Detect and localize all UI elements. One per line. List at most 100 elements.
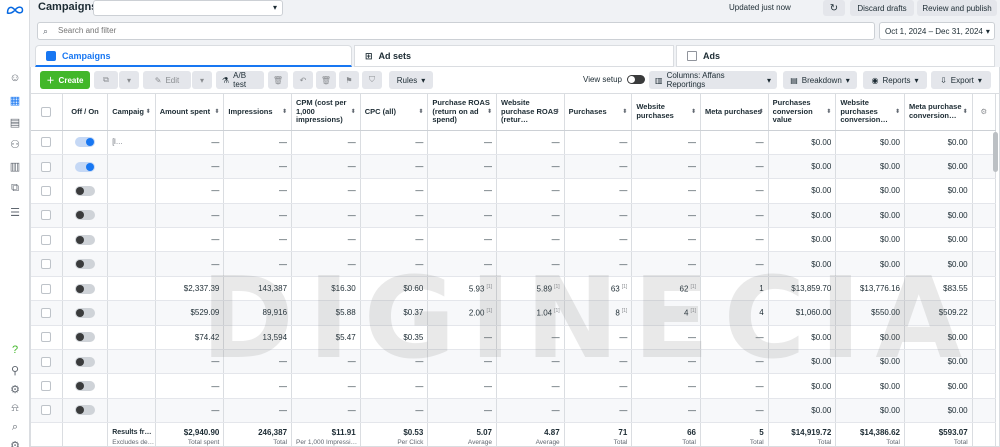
sort-icon[interactable]: ⬍: [759, 108, 764, 117]
sort-icon[interactable]: ⬍: [895, 108, 900, 117]
discard-drafts-button[interactable]: Discard drafts: [850, 0, 914, 16]
row-checkbox[interactable]: [31, 203, 63, 229]
account-overview-icon[interactable]: ☺: [7, 70, 23, 86]
row-toggle[interactable]: [62, 349, 109, 375]
edit-dropdown-button[interactable]: ▾: [192, 71, 212, 89]
table-row[interactable]: — — — — — — — — — $0.00 $0.00 $0.00: [31, 178, 997, 204]
row-toggle[interactable]: [62, 178, 109, 204]
business-tools-icon[interactable]: ▥: [7, 158, 23, 174]
row-toggle[interactable]: [62, 227, 109, 253]
campaign-name-link[interactable]: [107, 203, 156, 229]
sort-icon[interactable]: ⬍: [146, 108, 151, 117]
view-setup-switch[interactable]: [627, 75, 645, 84]
reports-button[interactable]: ◉ Reports ▾: [863, 71, 927, 89]
campaign-name-link[interactable]: [107, 398, 156, 424]
campaign-name-link[interactable]: [107, 349, 156, 375]
sort-icon[interactable]: ⬍: [418, 108, 423, 117]
breakdown-button[interactable]: ▤ Breakdown ▾: [783, 71, 857, 89]
notifications-pin-icon[interactable]: ⚲: [7, 362, 23, 378]
delete-button[interactable]: 🗑: [268, 71, 288, 89]
footnote-marker[interactable]: [1]: [690, 308, 696, 314]
ab-test-button[interactable]: ⚗ A/B test: [216, 71, 264, 89]
review-publish-button[interactable]: Review and publish: [917, 0, 997, 16]
row-checkbox[interactable]: [31, 325, 63, 351]
audiences-icon[interactable]: ⚇: [7, 136, 23, 152]
tag-button[interactable]: ⛉: [362, 71, 382, 89]
search-icon[interactable]: ⌕: [7, 419, 23, 435]
preview-button[interactable]: ⚑: [339, 71, 359, 89]
row-toggle[interactable]: [62, 398, 109, 424]
billing-icon[interactable]: ⧉: [7, 180, 23, 196]
sort-icon[interactable]: ⬍: [487, 108, 492, 117]
sort-icon[interactable]: ⬍: [555, 108, 560, 117]
view-setup-toggle[interactable]: View setup: [583, 75, 645, 84]
table-row[interactable]: — — — — — — — — — $0.00 $0.00 $0.00: [31, 251, 997, 277]
help-icon[interactable]: ?: [7, 342, 23, 358]
row-checkbox[interactable]: [31, 349, 63, 375]
undo-button[interactable]: ↶: [293, 71, 313, 89]
edit-button[interactable]: ✎ Edit: [143, 71, 191, 89]
select-all-checkbox[interactable]: [31, 94, 63, 131]
column-header[interactable]: CPM (cost per 1,000 impressions) ⬍: [291, 94, 361, 131]
duplicate-button[interactable]: ⧉: [94, 71, 118, 89]
campaign-name-link[interactable]: [107, 325, 156, 351]
column-header[interactable]: Website purchase ROAS (retur… ⬍: [496, 94, 565, 131]
row-checkbox[interactable]: [31, 178, 63, 204]
column-header[interactable]: Meta purchases ⬍: [700, 94, 769, 131]
sort-icon[interactable]: ⬍: [691, 108, 696, 117]
table-row[interactable]: — — — — — — — — — $0.00 $0.00 $0.00: [31, 227, 997, 253]
campaign-name-link[interactable]: [107, 154, 156, 180]
ad-account-select[interactable]: ▾: [93, 0, 283, 16]
row-checkbox[interactable]: [31, 227, 63, 253]
column-header[interactable]: CPC (all) ⬍: [360, 94, 429, 131]
table-row[interactable]: — — — — — — — — — $0.00 $0.00 $0.00: [31, 349, 997, 375]
row-checkbox[interactable]: [31, 373, 63, 399]
sort-icon[interactable]: ⬍: [826, 108, 831, 117]
row-checkbox[interactable]: [31, 251, 63, 277]
sort-icon[interactable]: ⬍: [282, 108, 287, 117]
campaign-name-link[interactable]: [107, 373, 156, 399]
footnote-marker[interactable]: [1]: [554, 308, 560, 314]
footnote-marker[interactable]: [1]: [690, 284, 696, 290]
row-toggle[interactable]: [62, 325, 109, 351]
sort-icon[interactable]: ⬍: [351, 108, 356, 117]
campaign-name-link[interactable]: [l…: [107, 130, 156, 155]
menu-icon[interactable]: ☰: [7, 204, 23, 220]
column-header[interactable]: Amount spent ⬍: [155, 94, 225, 131]
columns-button[interactable]: ▥ Columns: Affans Reportings ▾: [649, 71, 777, 89]
table-row[interactable]: $2,337.39 143,387 $16.30 $0.60 5.93 [1] 5.89 [1…: [31, 276, 997, 302]
discard-button[interactable]: 🗑: [316, 71, 336, 89]
campaign-name-link[interactable]: [107, 300, 156, 326]
table-row[interactable]: — — — — — — — — — $0.00 $0.00 $0.00: [31, 373, 997, 399]
add-column-icon[interactable]: ⚙: [972, 94, 997, 131]
footnote-marker[interactable]: [1]: [486, 308, 492, 314]
footnote-marker[interactable]: [1]: [622, 284, 628, 290]
duplicate-dropdown-button[interactable]: ▾: [119, 71, 139, 89]
search-input[interactable]: [58, 26, 458, 35]
vertical-scrollbar[interactable]: [993, 132, 998, 172]
campaign-name-link[interactable]: [107, 251, 156, 277]
campaign-name-link[interactable]: [107, 227, 156, 253]
create-button[interactable]: ＋ Create: [40, 71, 90, 89]
footnote-marker[interactable]: [1]: [554, 284, 560, 290]
date-range-picker[interactable]: Oct 1, 2024 – Dec 31, 2024 ▾: [879, 22, 995, 40]
tab-ads[interactable]: Ads: [676, 45, 995, 67]
table-row[interactable]: — — — — — — — — — $0.00 $0.00 $0.00: [31, 203, 997, 229]
row-toggle[interactable]: [62, 203, 109, 229]
sort-icon[interactable]: ⬍: [214, 108, 219, 117]
row-toggle[interactable]: [62, 300, 109, 326]
column-header[interactable]: Off / On: [62, 94, 109, 131]
column-header[interactable]: Purchases conversion value ⬍: [768, 94, 837, 131]
alerts-bell-icon[interactable]: ⍾: [7, 400, 23, 416]
ads-reporting-icon[interactable]: ▤: [7, 114, 23, 130]
footnote-marker[interactable]: [1]: [486, 284, 492, 290]
refresh-button[interactable]: ↻: [823, 0, 845, 16]
table-row[interactable]: $529.09 89,916 $5.88 $0.37 2.00 [1] 1.04 [1] 8 [1…: [31, 300, 997, 326]
row-checkbox[interactable]: [31, 398, 63, 424]
tab-campaigns[interactable]: Campaigns: [35, 45, 352, 67]
table-row[interactable]: — — — — — — — — — $0.00 $0.00 $0.00: [31, 398, 997, 424]
footnote-marker[interactable]: [1]: [622, 308, 628, 314]
row-toggle[interactable]: [62, 154, 109, 180]
row-checkbox[interactable]: [31, 154, 63, 180]
column-header[interactable]: Purchase ROAS (return on ad spend) ⬍: [427, 94, 498, 131]
